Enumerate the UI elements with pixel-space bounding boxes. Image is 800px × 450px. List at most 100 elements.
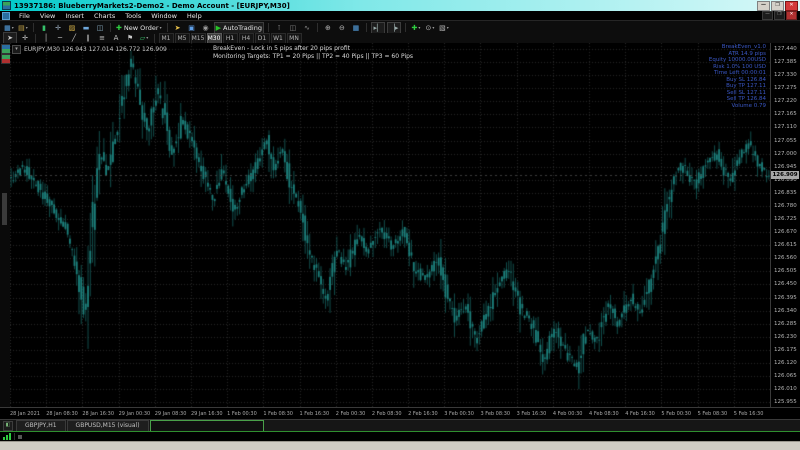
price-axis-label: 126.340 bbox=[774, 308, 797, 314]
price-axis-label: 127.165 bbox=[774, 111, 797, 117]
chevron-down-icon: ▾ bbox=[160, 23, 162, 33]
timeframe-h4-button[interactable]: H4 bbox=[239, 33, 254, 44]
horizontal-line-tool[interactable]: ─ bbox=[54, 33, 66, 43]
status-context-icon bbox=[18, 435, 22, 439]
menu-bar: FileViewInsertChartsToolsWindowHelp —❐✕ bbox=[0, 11, 800, 20]
toolbar-separator bbox=[35, 34, 36, 43]
price-axis-label: 127.330 bbox=[774, 72, 797, 78]
price-axis-label: 126.835 bbox=[774, 190, 797, 196]
time-axis-label: 5 Feb 08:30 bbox=[698, 411, 728, 417]
price-axis-label: 126.670 bbox=[774, 229, 797, 235]
price-axis-label: 126.230 bbox=[774, 334, 797, 340]
candlestick-chart-button[interactable]: ◫ bbox=[287, 23, 299, 33]
price-axis-label: 126.120 bbox=[774, 360, 797, 366]
close-button[interactable]: ✕ bbox=[785, 1, 798, 11]
timeframe-m30-button[interactable]: M30 bbox=[207, 33, 222, 44]
community-button[interactable]: ◉ bbox=[200, 23, 212, 33]
price-axis[interactable]: 127.440127.385127.330127.275127.220127.1… bbox=[770, 43, 800, 407]
timeframe-w1-button[interactable]: W1 bbox=[271, 33, 286, 44]
zoom-out-button[interactable]: ⊖ bbox=[336, 23, 348, 33]
timeframe-m5-button[interactable]: M5 bbox=[175, 33, 190, 44]
minimize-button[interactable]: — bbox=[757, 1, 770, 11]
shapes-tool[interactable]: ▱▾ bbox=[138, 33, 150, 43]
time-axis-label: 3 Feb 16:30 bbox=[517, 411, 547, 417]
toolbar-separator bbox=[317, 23, 318, 32]
market-button[interactable]: ▣ bbox=[186, 23, 198, 33]
auto-scroll-button[interactable]: ▸▏ bbox=[371, 22, 385, 34]
tab-list-icon[interactable]: ◧ bbox=[3, 421, 13, 431]
new-order-icon: ✚ bbox=[116, 23, 122, 33]
strategy-tester-button[interactable]: ◫ bbox=[94, 23, 106, 33]
maximize-button[interactable]: ❐ bbox=[771, 1, 784, 11]
child-close-button[interactable]: ✕ bbox=[786, 11, 797, 20]
menu-tools[interactable]: Tools bbox=[120, 12, 146, 20]
text-tool[interactable]: A bbox=[110, 33, 122, 43]
ea-comment-line1: BreakEven - Lock in 5 pips after 20 pips… bbox=[213, 45, 413, 53]
timeframe-h1-button[interactable]: H1 bbox=[223, 33, 238, 44]
profiles-button[interactable]: ▤▾ bbox=[17, 23, 29, 33]
autotrading-button-label: AutoTrading bbox=[223, 23, 262, 33]
time-axis-label: 4 Feb 00:30 bbox=[553, 411, 583, 417]
crosshair-icon: ✛ bbox=[22, 33, 28, 43]
channel-tool[interactable]: ∥ bbox=[82, 33, 94, 43]
text-icon: A bbox=[114, 33, 119, 43]
fibonacci-tool[interactable]: ≡ bbox=[96, 33, 108, 43]
menu-view[interactable]: View bbox=[35, 12, 60, 20]
terminal-button[interactable]: ▬ bbox=[80, 23, 92, 33]
ohlc-legend: ▾ EURJPY,M30 126.943 127.014 126.772 126… bbox=[12, 45, 167, 54]
zoom-in-button[interactable]: ⊕ bbox=[322, 23, 334, 33]
scrollbar-thumb[interactable] bbox=[2, 193, 7, 225]
price-axis-label: 127.000 bbox=[774, 151, 797, 157]
status-bar bbox=[0, 432, 800, 441]
time-axis-label: 1 Feb 00:30 bbox=[227, 411, 257, 417]
toolbar-separator bbox=[268, 23, 269, 32]
ohlc-legend-text: EURJPY,M30 126.943 127.014 126.772 126.9… bbox=[24, 46, 167, 53]
menu-insert[interactable]: Insert bbox=[60, 12, 89, 20]
chart-window-icon bbox=[2, 12, 10, 20]
menu-help[interactable]: Help bbox=[182, 12, 207, 20]
price-axis-label: 127.110 bbox=[774, 124, 797, 130]
timeframe-m15-button[interactable]: M15 bbox=[191, 33, 206, 44]
menu-file[interactable]: File bbox=[14, 12, 35, 20]
navigator-button[interactable]: ▨ bbox=[66, 23, 78, 33]
tile-windows-button[interactable]: ▦ bbox=[350, 23, 362, 33]
price-chart-canvas[interactable] bbox=[10, 43, 770, 407]
line-chart-button[interactable]: ∿ bbox=[301, 23, 313, 33]
ea-comment-line2: Monitoring Targets: TP1 = 20 Pips || TP2… bbox=[213, 53, 413, 61]
chevron-down-icon: ▾ bbox=[12, 23, 14, 33]
indicators-button[interactable]: ✚▾ bbox=[410, 23, 422, 33]
bar-chart-button[interactable]: ⊺ bbox=[273, 23, 285, 33]
new-chart-button[interactable]: ▦▾ bbox=[3, 23, 15, 33]
tile-windows-icon: ▦ bbox=[353, 23, 360, 33]
child-restore-button[interactable]: ❐ bbox=[774, 11, 785, 20]
market-icon: ▣ bbox=[188, 23, 195, 33]
market-watch-button[interactable]: ▮ bbox=[38, 23, 50, 33]
trendline-tool[interactable]: ╱ bbox=[68, 33, 80, 43]
window-controls: —❐✕ bbox=[757, 1, 800, 11]
label-tool[interactable]: ⚑ bbox=[124, 33, 136, 43]
chart-shift-button[interactable]: ▕▸ bbox=[387, 22, 401, 34]
menu-window[interactable]: Window bbox=[146, 12, 182, 20]
time-axis-label: 28 Jan 08:30 bbox=[46, 411, 78, 417]
connection-status-icon bbox=[3, 433, 11, 440]
toolbar-separator bbox=[405, 23, 406, 32]
templates-button[interactable]: ▧▾ bbox=[438, 23, 450, 33]
shapes-icon: ▱ bbox=[140, 33, 145, 43]
legend-toggle-icon[interactable]: ▾ bbox=[12, 45, 21, 54]
price-axis-label: 126.780 bbox=[774, 203, 797, 209]
timeframe-d1-button[interactable]: D1 bbox=[255, 33, 270, 44]
time-axis-label: 29 Jan 00:30 bbox=[119, 411, 151, 417]
price-axis-label: 127.385 bbox=[774, 59, 797, 65]
menu-charts[interactable]: Charts bbox=[89, 12, 120, 20]
crosshair-tool[interactable]: ✛ bbox=[19, 33, 31, 43]
timeframe-mn-button[interactable]: MN bbox=[287, 33, 302, 44]
periods-button[interactable]: ⊙▾ bbox=[424, 23, 436, 33]
data-window-button[interactable]: ✛ bbox=[52, 23, 64, 33]
new-order-button[interactable]: ✚New Order▾ bbox=[115, 23, 163, 33]
fibonacci-icon: ≡ bbox=[99, 33, 105, 43]
metaeditor-button[interactable]: ➤ bbox=[172, 23, 184, 33]
timeframe-m1-button[interactable]: M1 bbox=[159, 33, 174, 44]
price-axis-label: 126.175 bbox=[774, 347, 797, 353]
child-minimize-button[interactable]: — bbox=[762, 11, 773, 20]
vertical-line-tool[interactable]: │ bbox=[40, 33, 52, 43]
